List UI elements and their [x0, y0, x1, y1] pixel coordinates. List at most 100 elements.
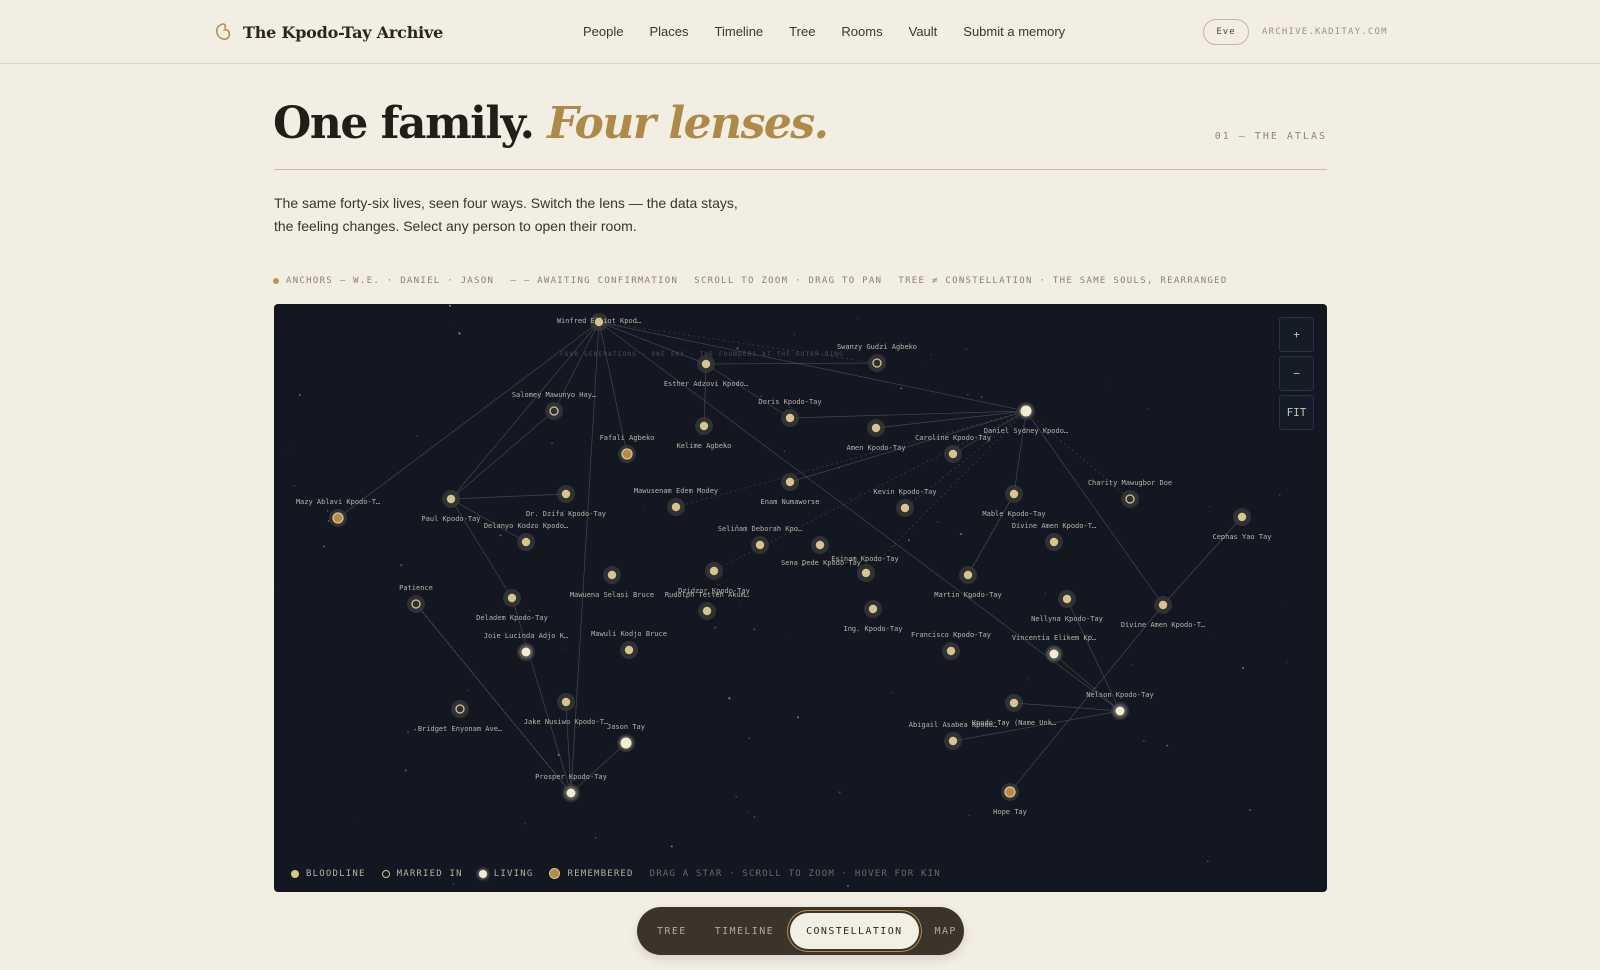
background-star: [448, 304, 452, 307]
star-label: Joie Lucinda Adjo K…: [484, 632, 568, 640]
background-star: [1242, 667, 1245, 670]
background-star: [1106, 383, 1107, 385]
nav-rooms[interactable]: Rooms: [841, 24, 882, 39]
star-divine1[interactable]: Divine Amen Kpodo-T…: [1012, 522, 1096, 551]
kin-link: [705, 362, 878, 365]
star-label: Nellyna Kpodo-Tay: [1031, 615, 1103, 623]
background-star: [907, 539, 910, 542]
star-selinam[interactable]: Selinam Deborah Kpo…: [718, 525, 802, 554]
star-delanyo[interactable]: Delanyo Kodzo Kpodo…: [484, 522, 568, 551]
star-kevin[interactable]: Kevin Kpodo-Tay: [873, 488, 937, 517]
star-ing[interactable]: Ing. Kpodo-Tay: [843, 600, 903, 633]
star-deladem[interactable]: Deladem Kpodo-Tay: [476, 589, 548, 622]
lens-timeline[interactable]: TIMELINE: [715, 926, 774, 937]
background-star: [777, 547, 778, 549]
star-caroline[interactable]: Caroline Kpodo-Tay: [915, 434, 991, 463]
star-fafali[interactable]: Fafali Agbeko: [600, 434, 655, 463]
star-mawusenam[interactable]: Mawusenam Edem Modey: [634, 487, 718, 516]
background-star: [499, 534, 502, 537]
intro-text: The same forty-six lives, seen four ways…: [274, 195, 738, 234]
awaiting-text: — — AWAITING CONFIRMATION: [510, 276, 679, 286]
star-rudolph[interactable]: Rudolph Tetteh Akum…: [665, 591, 749, 620]
star-jake[interactable]: Jake Nusiwo Kpodo-T…: [524, 693, 608, 726]
nav-vault[interactable]: Vault: [909, 24, 938, 39]
star-core: [1115, 706, 1125, 716]
kin-link: [1162, 516, 1243, 606]
constellation-canvas[interactable]: FOUR GENERATIONS · ONE SKY · THE FOUNDER…: [274, 304, 1327, 892]
star-enam[interactable]: Enam Numaworse: [760, 473, 820, 506]
star-divine2[interactable]: Divine Amen Kpodo-T…: [1121, 596, 1205, 629]
star-hope[interactable]: Hope Tay: [993, 783, 1027, 816]
star-label: Swanzy Gudzi Agbeko: [837, 343, 917, 351]
star-core: [861, 568, 871, 578]
fit-button[interactable]: FIT: [1279, 395, 1314, 430]
nav-places[interactable]: Places: [649, 24, 688, 39]
star-amen[interactable]: Amen Kpodo-Tay: [846, 419, 906, 452]
star-label: Daniel Sydney Kpodo…: [984, 427, 1068, 435]
star-swanzy[interactable]: Swanzy Gudzi Agbeko: [837, 343, 917, 372]
background-star: [406, 731, 410, 734]
star-mazy[interactable]: Mazy Ablavi Kpodo-T…: [296, 498, 380, 527]
star-label: Kelime Agbeko: [677, 442, 732, 450]
background-star: [790, 633, 791, 635]
star-salomey[interactable]: Salomey Mawunyo Hay…: [512, 391, 596, 420]
star-cephas[interactable]: Cephas Yao Tay: [1212, 508, 1272, 541]
star-nellyna[interactable]: Nellyna Kpodo-Tay: [1031, 590, 1103, 623]
background-star: [564, 647, 566, 649]
star-sena[interactable]: Sena Dede Kpodo-Tay: [781, 559, 875, 582]
star-vincentia[interactable]: Vincentia Elikem Kp…: [1012, 634, 1096, 663]
star-mawuena[interactable]: Mawuena Selasi Bruce: [570, 566, 654, 599]
star-label: Ing. Kpodo-Tay: [843, 625, 902, 633]
star-mawuli[interactable]: Mawuli Kodjo Bruce: [591, 630, 667, 659]
constellation-svg[interactable]: FOUR GENERATIONS · ONE SKY · THE FOUNDER…: [274, 304, 1327, 892]
background-star: [968, 814, 970, 816]
star-core: [1125, 494, 1135, 504]
star-prosper[interactable]: Prosper Kpodo-Tay: [535, 773, 607, 802]
zoom-in-button[interactable]: +: [1279, 317, 1314, 352]
star-label: Divine Amen Kpodo-T…: [1121, 621, 1205, 629]
star-bridget[interactable]: Bridget Enyonam Ave…: [418, 700, 502, 733]
star-jason[interactable]: Jason Tay: [607, 723, 645, 752]
star-doris[interactable]: Doris Kpodo-Tay: [758, 398, 822, 427]
site-domain: ARCHIVE.KADITAY.COM: [1262, 27, 1388, 37]
star-martin[interactable]: Martin Kpodo-Tay: [934, 566, 1002, 599]
star-label: Mable Kpodo-Tay: [982, 510, 1045, 518]
star-drzifa[interactable]: Dr. Dzifa Kpodo-Tay: [526, 485, 606, 518]
brand[interactable]: The Kpodo-Tay Archive: [213, 20, 443, 44]
star-label: Winfred Elliot Kpod…: [557, 317, 641, 325]
nav-submit-memory[interactable]: Submit a memory: [963, 24, 1065, 39]
star-francisco[interactable]: Francisco Kpodo-Tay: [911, 631, 991, 660]
star-paul[interactable]: Paul Kpodo-Tay: [421, 490, 481, 523]
anchors-legend: ANCHORS — W.E. · DANIEL · JASON — — AWAI…: [273, 276, 1244, 286]
background-star: [451, 325, 452, 327]
star-label: Patience: [399, 584, 433, 592]
star-nelson[interactable]: Nelson Kpodo-Tay: [1086, 691, 1154, 720]
lens-tree[interactable]: TREE: [657, 926, 687, 937]
star-core: [566, 788, 576, 798]
zoom-out-button[interactable]: −: [1279, 356, 1314, 391]
star-patience[interactable]: Patience: [399, 584, 433, 613]
star-core: [963, 570, 973, 580]
star-mable[interactable]: Mable Kpodo-Tay: [982, 485, 1046, 518]
star-core: [755, 540, 765, 550]
background-stars: [274, 304, 1288, 887]
star-kpodotay[interactable]: Kpodo-Tay (Name Unk…: [972, 694, 1056, 727]
lens-map[interactable]: MAP: [935, 926, 957, 937]
star-esther[interactable]: Esther Adzovi Kpodo…: [664, 355, 748, 388]
lens-constellation[interactable]: CONSTELLATION: [790, 913, 919, 949]
user-pill[interactable]: Eve: [1203, 19, 1249, 45]
star-joie[interactable]: Joie Lucinda Adjo K…: [484, 632, 568, 661]
pending-link: [675, 410, 1027, 508]
star-core: [561, 697, 571, 707]
star-charity[interactable]: Charity Mawugbor Doe: [1088, 479, 1172, 508]
nav-timeline[interactable]: Timeline: [715, 24, 764, 39]
background-star: [404, 769, 407, 772]
star-daniel[interactable]: Daniel Sydney Kpodo…: [984, 402, 1068, 435]
star-kelime[interactable]: Kelime Agbeko: [677, 417, 732, 450]
nav-people[interactable]: People: [583, 24, 623, 39]
nav-tree[interactable]: Tree: [789, 24, 815, 39]
living-swatch-icon: [478, 869, 487, 878]
married-swatch-icon: [381, 869, 390, 878]
background-star: [551, 442, 554, 445]
star-core: [871, 423, 881, 433]
